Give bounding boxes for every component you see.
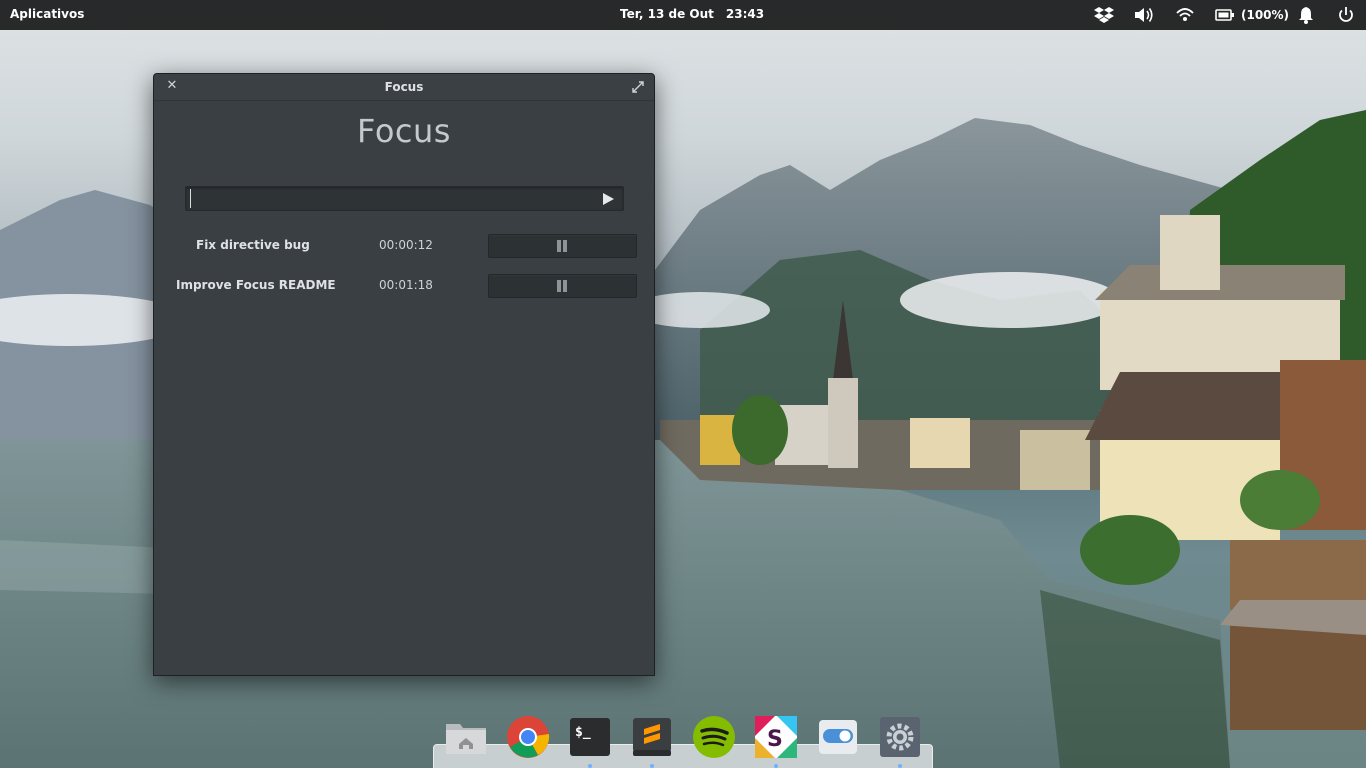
task-entry [185, 186, 624, 211]
volume-icon[interactable] [1133, 5, 1155, 25]
settings-icon[interactable] [877, 714, 923, 760]
pause-icon [556, 240, 568, 252]
date-label: Ter, 13 de Out [620, 7, 714, 21]
running-indicator [588, 764, 592, 768]
task-timer: 00:00:12 [379, 238, 433, 252]
window-titlebar[interactable]: ✕ Focus [154, 74, 654, 101]
task-name: Fix directive bug [196, 238, 310, 252]
applications-menu[interactable]: Aplicativos [10, 7, 84, 21]
window-title: Focus [384, 80, 424, 94]
notifications-icon[interactable] [1297, 5, 1315, 25]
running-indicator [898, 764, 902, 768]
date-time-indicator[interactable]: Ter, 13 de Out 23:43 [620, 7, 764, 21]
wifi-icon[interactable] [1175, 5, 1195, 25]
svg-text:S: S [767, 727, 783, 752]
svg-text:$_: $_ [575, 725, 591, 740]
sublime-text-icon[interactable] [629, 714, 675, 760]
task-name-input[interactable] [190, 189, 595, 208]
spotify-icon[interactable] [691, 714, 737, 760]
play-icon[interactable] [601, 191, 615, 205]
switchboard-toggle-icon[interactable] [815, 714, 861, 760]
battery-indicator[interactable]: (100%) [1215, 5, 1289, 25]
pause-button[interactable] [488, 234, 637, 258]
files-icon[interactable] [443, 714, 489, 760]
slack-icon[interactable]: S [753, 714, 799, 760]
running-indicator [650, 764, 654, 768]
task-row: Improve Focus README 00:01:18 [154, 274, 654, 298]
pause-icon [556, 280, 568, 292]
task-name: Improve Focus README [176, 278, 336, 292]
terminal-icon[interactable]: $_ [567, 714, 613, 760]
power-icon[interactable] [1337, 5, 1355, 25]
task-row: Fix directive bug 00:00:12 [154, 234, 654, 258]
running-indicator [774, 764, 778, 768]
app-heading: Focus [357, 112, 451, 150]
battery-icon [1215, 9, 1234, 21]
dropbox-icon[interactable] [1093, 5, 1115, 25]
chrome-icon[interactable] [505, 714, 551, 760]
time-label: 23:43 [725, 7, 765, 21]
pause-button[interactable] [488, 274, 637, 298]
focus-window: ✕ Focus Focus Fix directive bug 00:00:12… [153, 73, 655, 676]
top-panel: Aplicativos Ter, 13 de Out 23:43 (100%) [0, 0, 1366, 30]
task-timer: 00:01:18 [379, 278, 433, 292]
maximize-icon[interactable] [630, 79, 646, 95]
battery-percent: (100%) [1241, 8, 1290, 22]
